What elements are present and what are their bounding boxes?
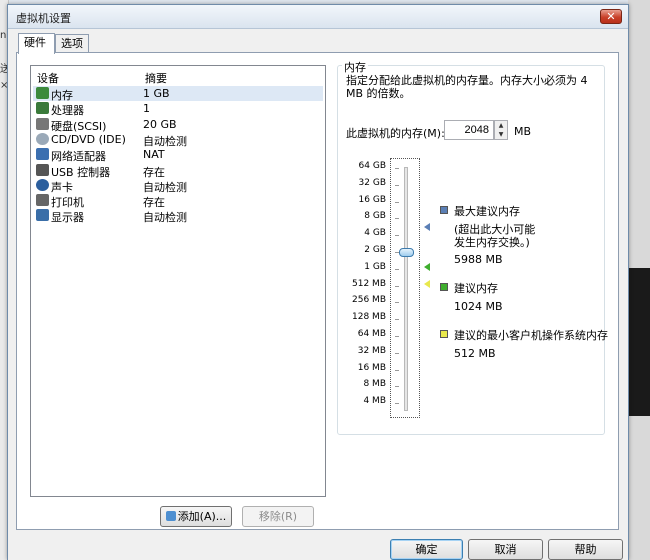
scale-label: 64 MB — [357, 329, 386, 339]
add-button[interactable]: 添加(A)... — [160, 506, 232, 527]
remove-button[interactable]: 移除(R) — [242, 506, 314, 527]
device-row[interactable]: USB 控制器 存在 — [33, 163, 323, 179]
memory-slider[interactable] — [390, 158, 420, 418]
device-row[interactable]: 硬盘(SCSI) 20 GB — [33, 117, 323, 133]
column-device[interactable]: 设备 — [37, 70, 59, 86]
device-list: 设备 摘要 内存 1 GB 处理器 1 硬盘(SCSI) 20 GB CD/DVD (IDE… — [30, 65, 326, 497]
close-button[interactable]: ✕ — [600, 9, 622, 24]
scale-tick — [395, 352, 399, 354]
device-row[interactable]: 网络适配器 NAT — [33, 147, 323, 163]
max-memory-note: (超出此大小可能发生内存交换。) — [454, 223, 536, 249]
scale-label: 4 MB — [363, 396, 386, 407]
max-memory-marker — [424, 223, 430, 231]
scale-tick — [395, 369, 399, 371]
vm-settings-dialog: 虚拟机设置 ✕ 硬件 选项 设备 摘要 内存 1 GB 处理器 1 硬盘(SCSI) 20… — [7, 4, 629, 560]
scale-tick — [395, 184, 399, 186]
processor-icon — [36, 102, 49, 115]
minimum-memory-marker — [424, 280, 430, 288]
device-row[interactable]: 处理器 1 — [33, 101, 323, 117]
recommended-memory-legend-icon — [440, 283, 448, 291]
recommended-memory-title: 建议内存 — [454, 282, 498, 295]
usb-icon — [36, 163, 49, 176]
scale-tick — [395, 386, 399, 388]
recommended-memory-value: 1024 MB — [454, 300, 503, 313]
title-bar: 虚拟机设置 ✕ — [8, 5, 628, 29]
max-memory-legend-icon — [440, 206, 448, 214]
device-summary: 1 — [143, 102, 150, 116]
scale-label: 8 GB — [364, 211, 386, 222]
hard-disk-icon — [36, 117, 49, 130]
scale-tick — [395, 235, 399, 237]
device-row[interactable]: 声卡 自动检测 — [33, 178, 323, 194]
minimum-memory-title: 建议的最小客户机操作系统内存 — [454, 329, 608, 342]
max-memory-value: 5988 MB — [454, 253, 503, 266]
scale-tick — [395, 201, 399, 203]
scale-tick — [395, 302, 399, 304]
close-icon: ✕ — [606, 10, 616, 23]
device-row[interactable]: 显示器 自动检测 — [33, 208, 323, 225]
device-summary: 1 GB — [143, 87, 170, 100]
memory-group: 内存 指定分配给此虚拟机的内存量。内存大小必须为 4 MB 的倍数。 此虚拟机的… — [337, 59, 608, 436]
device-name: 显示器 — [51, 211, 84, 225]
spin-up-icon[interactable]: ▲ — [495, 121, 507, 130]
scale-label: 256 MB — [352, 295, 386, 306]
scale-label: 2 GB — [364, 245, 386, 255]
device-name: CD/DVD (IDE) — [51, 132, 126, 146]
device-summary: NAT — [143, 148, 165, 162]
scale-tick — [395, 268, 399, 270]
tab-hardware[interactable]: 硬件 — [18, 33, 55, 54]
scale-label: 4 GB — [364, 228, 386, 239]
spin-down-icon[interactable]: ▼ — [495, 130, 507, 139]
scale-tick — [395, 403, 399, 405]
tab-options[interactable]: 选项 — [55, 34, 89, 53]
device-summary: 20 GB — [143, 117, 177, 131]
dialog-title: 虚拟机设置 — [16, 12, 71, 25]
help-button[interactable]: 帮助 — [548, 539, 623, 560]
scale-label: 32 GB — [358, 177, 386, 188]
column-summary[interactable]: 摘要 — [145, 70, 167, 86]
slider-thumb[interactable] — [399, 248, 414, 257]
slider-track — [404, 167, 408, 411]
scale-tick — [395, 218, 399, 220]
device-row[interactable]: CD/DVD (IDE) 自动检测 — [33, 132, 323, 148]
scale-tick — [395, 285, 399, 287]
scale-label: 32 MB — [357, 345, 386, 356]
device-row[interactable]: 内存 1 GB — [33, 86, 323, 102]
scale-label: 16 GB — [358, 194, 386, 205]
recommended-memory-marker — [424, 263, 430, 271]
scale-label: 64 GB — [358, 161, 386, 171]
list-header: 设备 摘要 — [31, 70, 325, 86]
background-right-edge — [628, 0, 650, 560]
device-summary: 自动检测 — [143, 211, 187, 225]
scale-label: 128 MB — [352, 312, 386, 323]
add-hardware-icon — [165, 511, 176, 521]
scale-label: 16 MB — [357, 362, 386, 373]
ok-button[interactable]: 确定 — [390, 539, 463, 560]
scale-label: 512 MB — [352, 278, 386, 289]
memory-unit: MB — [514, 125, 532, 138]
memory-spinner[interactable]: ▲ ▼ — [494, 120, 508, 140]
memory-scale: 64 GB 32 GB 16 GB 8 GB 4 GB 2 GB 1 GB 512 MB 256… — [338, 66, 386, 436]
scale-tick — [395, 319, 399, 321]
cancel-button[interactable]: 取消 — [468, 539, 543, 560]
minimum-memory-value: 512 MB — [454, 347, 496, 360]
scale-tick — [395, 336, 399, 337]
cd-dvd-icon — [36, 132, 49, 145]
hardware-panel: 设备 摘要 内存 1 GB 处理器 1 硬盘(SCSI) 20 GB CD/DVD (IDE… — [16, 52, 619, 530]
sound-card-icon — [36, 178, 49, 191]
scale-label: 1 GB — [364, 261, 386, 272]
device-row[interactable]: 打印机 存在 — [33, 193, 323, 209]
printer-icon — [36, 194, 49, 207]
memory-input[interactable] — [444, 120, 494, 140]
scale-label: 8 MB — [363, 379, 386, 390]
memory-icon — [36, 87, 49, 99]
network-adapter-icon — [36, 148, 49, 161]
display-icon — [36, 209, 49, 222]
scale-tick — [395, 168, 399, 169]
minimum-memory-legend-icon — [440, 330, 448, 338]
max-memory-title: 最大建议内存 — [454, 205, 520, 218]
